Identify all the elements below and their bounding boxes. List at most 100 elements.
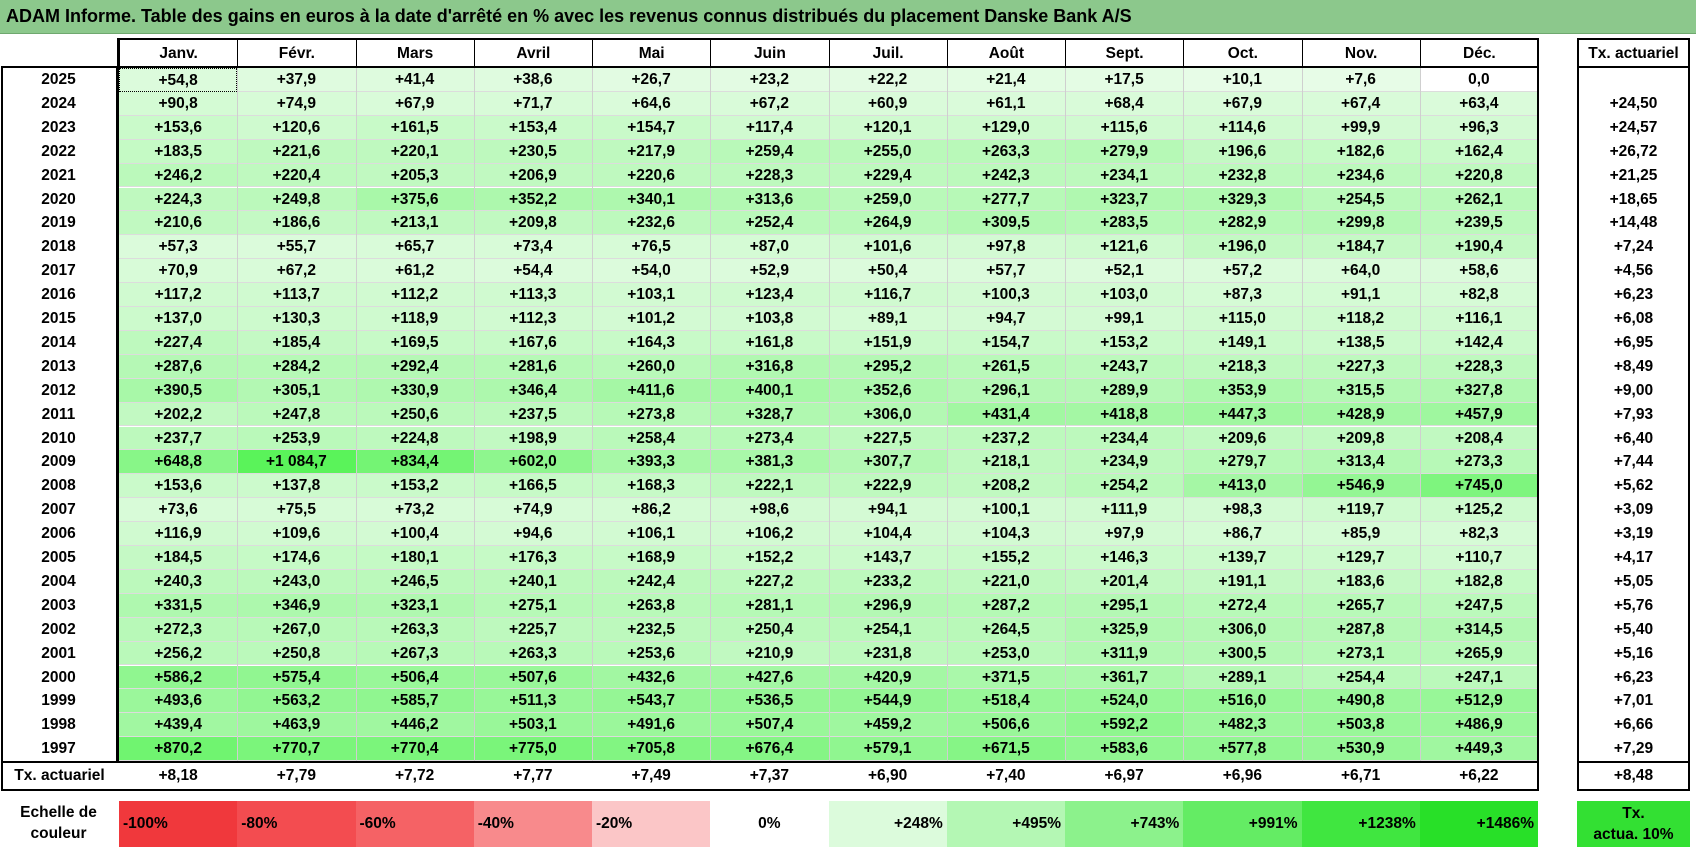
table-cell: +427,6 bbox=[710, 665, 829, 690]
table-cell: +770,4 bbox=[355, 737, 474, 762]
table-cell: +432,6 bbox=[592, 665, 711, 690]
table-cell: +119,7 bbox=[1301, 498, 1420, 523]
table-cell: +295,2 bbox=[828, 354, 947, 379]
month-header: Déc. bbox=[1419, 39, 1539, 67]
footer-rate: +7,37 bbox=[749, 767, 789, 784]
table-cell: +353,9 bbox=[1183, 378, 1302, 403]
rate-cell: +6,66 bbox=[1613, 716, 1654, 734]
table-cell: +253,6 bbox=[592, 641, 711, 666]
column-separator bbox=[1301, 67, 1303, 761]
table-cell: +246,2 bbox=[119, 163, 238, 188]
table-cell: +154,7 bbox=[592, 115, 711, 140]
rate-cell: +7,93 bbox=[1613, 405, 1654, 423]
table-cell: +602,0 bbox=[473, 450, 592, 475]
rate-cell: +4,56 bbox=[1613, 262, 1654, 280]
table-cell: +227,5 bbox=[828, 426, 947, 451]
table-cell: +57,3 bbox=[119, 235, 238, 260]
table-cell: +287,8 bbox=[1301, 617, 1420, 642]
table-cell: +273,4 bbox=[710, 426, 829, 451]
table-cell: +191,1 bbox=[1183, 569, 1302, 594]
rate-cell: +3,09 bbox=[1613, 501, 1654, 519]
table-cell: +263,3 bbox=[355, 617, 474, 642]
table-cell: +242,4 bbox=[592, 569, 711, 594]
footer-rate: +6,97 bbox=[1104, 767, 1144, 784]
year-label: 2016 bbox=[41, 286, 76, 304]
table-cell: +254,2 bbox=[1065, 474, 1184, 499]
table-cell: +209,8 bbox=[1301, 426, 1420, 451]
table-cell: +73,4 bbox=[473, 235, 592, 260]
table-cell: +289,1 bbox=[1183, 665, 1302, 690]
table-cell: +58,6 bbox=[1419, 259, 1538, 284]
table-cell: +37,9 bbox=[237, 68, 356, 92]
table-cell: +232,5 bbox=[592, 617, 711, 642]
table-cell: +259,4 bbox=[710, 139, 829, 164]
table-cell: +139,7 bbox=[1183, 546, 1302, 570]
table-cell: +183,5 bbox=[119, 139, 238, 164]
table-cell: +279,9 bbox=[1065, 139, 1184, 164]
table-cell: +143,7 bbox=[828, 546, 947, 570]
table-cell: +592,2 bbox=[1065, 713, 1184, 738]
rate-cell: +21,25 bbox=[1609, 166, 1658, 184]
table-cell: +115,6 bbox=[1065, 115, 1184, 140]
table-cell: +449,3 bbox=[1419, 737, 1538, 762]
month-header: Janv. bbox=[119, 39, 239, 67]
month-header: Août bbox=[946, 39, 1066, 67]
table-cell: +153,4 bbox=[473, 115, 592, 140]
table-cell: +54,4 bbox=[473, 259, 592, 284]
table-cell: +213,1 bbox=[355, 211, 474, 236]
table-cell: +67,9 bbox=[1183, 91, 1302, 116]
table-cell: +106,2 bbox=[710, 522, 829, 546]
table-cell: +775,0 bbox=[473, 737, 592, 762]
table-cell: +486,9 bbox=[1419, 713, 1538, 738]
table-cell: +57,7 bbox=[946, 259, 1065, 284]
table-cell: +221,6 bbox=[237, 139, 356, 164]
table-cell: +100,3 bbox=[946, 283, 1065, 307]
table-cell: +352,6 bbox=[828, 378, 947, 403]
year-label: 1998 bbox=[41, 716, 76, 734]
table-cell: +210,9 bbox=[710, 641, 829, 666]
table-cell: +273,1 bbox=[1301, 641, 1420, 666]
table-cell: +287,6 bbox=[119, 354, 238, 379]
column-separator bbox=[1419, 67, 1421, 761]
year-label: 1999 bbox=[41, 692, 76, 710]
table-cell: +57,2 bbox=[1183, 259, 1302, 284]
year-label: 2000 bbox=[41, 668, 76, 686]
table-cell: +543,7 bbox=[592, 689, 711, 714]
table-cell: +67,2 bbox=[237, 259, 356, 284]
table-cell: +184,7 bbox=[1301, 235, 1420, 260]
table-cell: +161,8 bbox=[710, 330, 829, 355]
rate-cell: +7,44 bbox=[1613, 453, 1654, 471]
table-cell: +275,1 bbox=[473, 593, 592, 618]
scale-swatch: +1486% bbox=[1419, 801, 1538, 847]
table-cell: +287,2 bbox=[946, 593, 1065, 618]
scale-swatch: +248% bbox=[828, 801, 947, 847]
table-cell: +26,7 bbox=[592, 68, 711, 92]
table-cell: +390,5 bbox=[119, 378, 238, 403]
table-cell: +516,0 bbox=[1183, 689, 1302, 714]
rate-cell: +26,72 bbox=[1609, 142, 1658, 160]
table-cell: +98,3 bbox=[1183, 498, 1302, 523]
table-cell: +55,7 bbox=[237, 235, 356, 260]
table-cell: +120,1 bbox=[828, 115, 947, 140]
table-cell: +705,8 bbox=[592, 737, 711, 762]
year-label: 2006 bbox=[41, 525, 76, 543]
table-cell: +116,9 bbox=[119, 522, 238, 546]
table-cell: +314,5 bbox=[1419, 617, 1538, 642]
rate-cell: +4,17 bbox=[1613, 549, 1654, 566]
table-cell: +153,2 bbox=[1065, 330, 1184, 355]
table-cell: +648,8 bbox=[119, 450, 238, 475]
table-cell: +237,7 bbox=[119, 426, 238, 451]
month-header: Mai bbox=[592, 39, 712, 67]
table-cell: +222,9 bbox=[828, 474, 947, 499]
table-cell: +240,3 bbox=[119, 569, 238, 594]
scale-swatch: +495% bbox=[946, 801, 1065, 847]
table-cell: +230,5 bbox=[473, 139, 592, 164]
table-cell: +536,5 bbox=[710, 689, 829, 714]
table-cell: +503,8 bbox=[1301, 713, 1420, 738]
table-cell: +586,2 bbox=[119, 665, 238, 690]
table-cell: +184,5 bbox=[119, 546, 238, 570]
table-cell: +428,9 bbox=[1301, 402, 1420, 427]
table-cell: +232,6 bbox=[592, 211, 711, 236]
table-cell: +218,3 bbox=[1183, 354, 1302, 379]
month-header: Juin bbox=[710, 39, 830, 67]
